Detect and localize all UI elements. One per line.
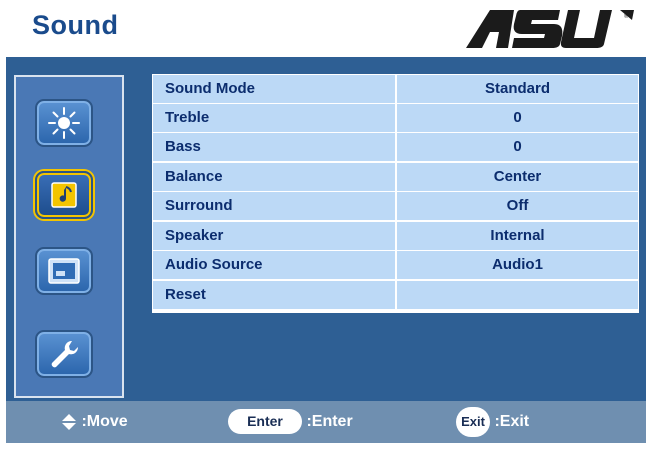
sidebar (14, 75, 124, 398)
wrench-icon (37, 332, 91, 376)
sound-settings-table: Sound Mode Standard Treble 0 Bass 0 Bala… (152, 74, 639, 313)
exit-label: :Exit (494, 413, 530, 430)
menu-row-sound-mode[interactable]: Sound Mode Standard (152, 75, 639, 103)
osd-window: Sound ® Sound Mode Standard Treble 0 Bas… (0, 0, 648, 453)
row-value: Standard (397, 75, 638, 103)
menu-row-reset[interactable]: Reset (152, 281, 639, 309)
row-value: Off (397, 192, 638, 220)
hint-exit: Exit :Exit (456, 401, 529, 443)
sidebar-item-image[interactable] (35, 247, 93, 295)
display-window-icon (37, 249, 91, 293)
enter-key: Enter (228, 409, 302, 435)
move-label: :Move (81, 413, 128, 430)
row-label: Speaker (153, 222, 395, 250)
menu-row-bass[interactable]: Bass 0 (152, 133, 639, 161)
brightness-icon (37, 101, 91, 145)
row-label: Sound Mode (153, 75, 395, 103)
header: Sound ® (0, 0, 648, 57)
sidebar-item-sound[interactable] (35, 171, 93, 219)
row-label: Bass (153, 133, 395, 161)
asus-logo: ® (466, 10, 634, 48)
hint-enter: Enter :Enter (228, 401, 353, 443)
row-label: Reset (153, 281, 395, 309)
up-down-arrow-icon (62, 413, 76, 430)
menu-row-balance[interactable]: Balance Center (152, 163, 639, 191)
row-value: Internal (397, 222, 638, 250)
row-label: Surround (153, 192, 395, 220)
page-title: Sound (32, 10, 119, 40)
row-label: Treble (153, 104, 395, 132)
row-value: Center (397, 163, 638, 191)
row-value: 0 (397, 104, 638, 132)
menu-row-treble[interactable]: Treble 0 (152, 104, 639, 132)
enter-label: :Enter (306, 413, 353, 430)
hint-move: :Move (61, 401, 128, 443)
svg-text:®: ® (624, 13, 629, 20)
menu-row-surround[interactable]: Surround Off (152, 192, 639, 220)
row-label: Balance (153, 163, 395, 191)
menu-row-audio-source[interactable]: Audio Source Audio1 (152, 251, 639, 279)
sidebar-item-setup[interactable] (35, 330, 93, 378)
row-label: Audio Source (153, 251, 395, 279)
exit-key: Exit (456, 406, 490, 437)
key-hint-bar: :Move Enter :Enter Exit :Exit (6, 401, 646, 443)
menu-row-speaker[interactable]: Speaker Internal (152, 222, 639, 250)
sidebar-item-picture[interactable] (35, 99, 93, 147)
row-value (397, 281, 638, 309)
row-value: Audio1 (397, 251, 638, 279)
row-value: 0 (397, 133, 638, 161)
music-note-icon (37, 173, 91, 217)
